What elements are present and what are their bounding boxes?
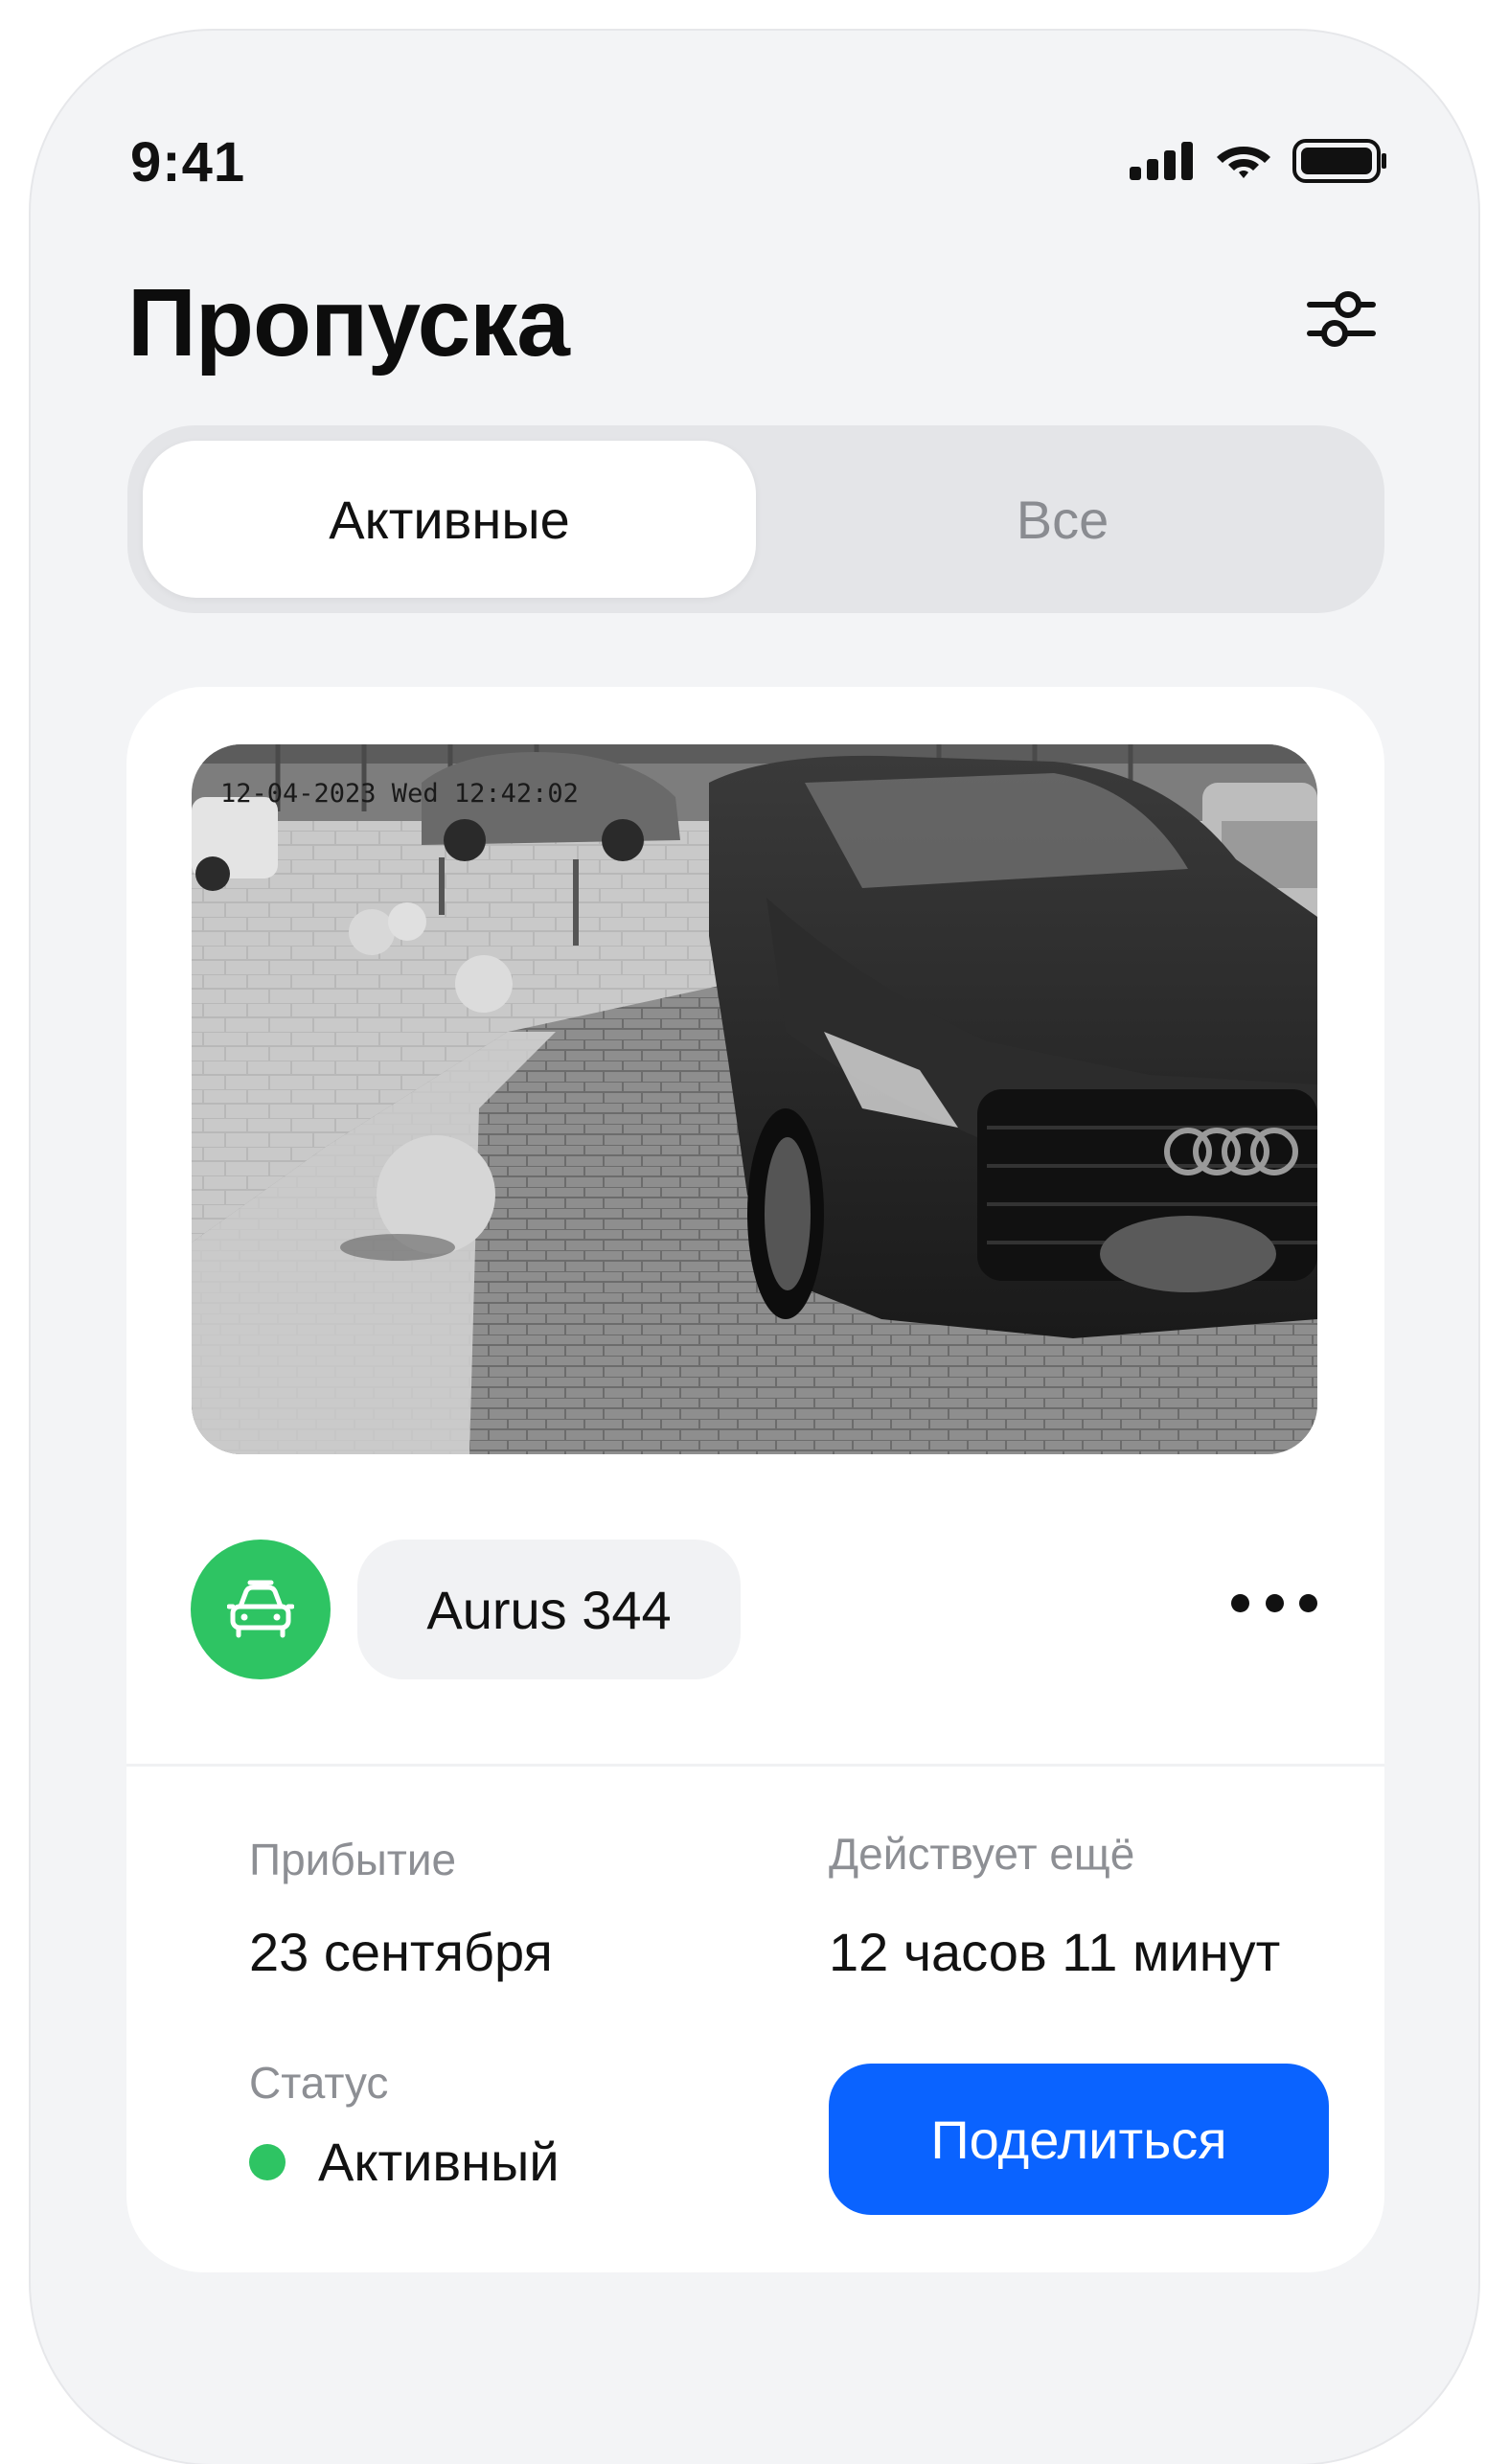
more-dot: [1265, 1593, 1284, 1612]
pass-card[interactable]: 12-04-2023 Wed 12:42:02 Aurus 344 Прибыт…: [126, 687, 1384, 2272]
car-icon: [227, 1580, 294, 1638]
status-value: Активный: [318, 2132, 560, 2192]
status-dot: [249, 2143, 286, 2180]
card-divider: [126, 1764, 1384, 1767]
tabs-segmented-control: Активные Все: [127, 425, 1384, 613]
cellular-signal-icon: [1130, 142, 1193, 180]
phone-screen: 9:41 Пропуска Активные Все 12-04-2023 We…: [31, 31, 1478, 2464]
share-button[interactable]: Поделиться: [829, 2064, 1329, 2215]
camera-image: [192, 744, 1317, 1454]
filter-button[interactable]: [1300, 278, 1383, 360]
tab-all[interactable]: Все: [756, 441, 1369, 598]
valid-label: Действует ещё: [829, 1829, 1135, 1879]
status-label: Статус: [249, 2058, 389, 2108]
more-options-button[interactable]: [1231, 1574, 1317, 1631]
page-title: Пропуска: [127, 269, 570, 376]
vehicle-type-badge: [191, 1540, 331, 1679]
battery-icon: [1292, 139, 1386, 183]
more-dot: [1299, 1593, 1317, 1612]
status-row: Активный: [249, 2131, 560, 2193]
valid-value: 12 часов 11 минут: [829, 1922, 1281, 1982]
arrival-label: Прибытие: [249, 1835, 457, 1884]
wifi-icon: [1217, 147, 1270, 178]
tab-active[interactable]: Активные: [143, 441, 756, 598]
sliders-icon: [1307, 291, 1376, 347]
status-icons: [1130, 139, 1388, 183]
status-time: 9:41: [130, 131, 246, 194]
more-dot: [1231, 1593, 1249, 1612]
arrival-value: 23 сентября: [249, 1922, 553, 1982]
camera-snapshot: 12-04-2023 Wed 12:42:02: [192, 744, 1317, 1454]
vehicle-plate: Aurus 344: [357, 1540, 741, 1679]
camera-timestamp: 12-04-2023 Wed 12:42:02: [220, 779, 579, 809]
